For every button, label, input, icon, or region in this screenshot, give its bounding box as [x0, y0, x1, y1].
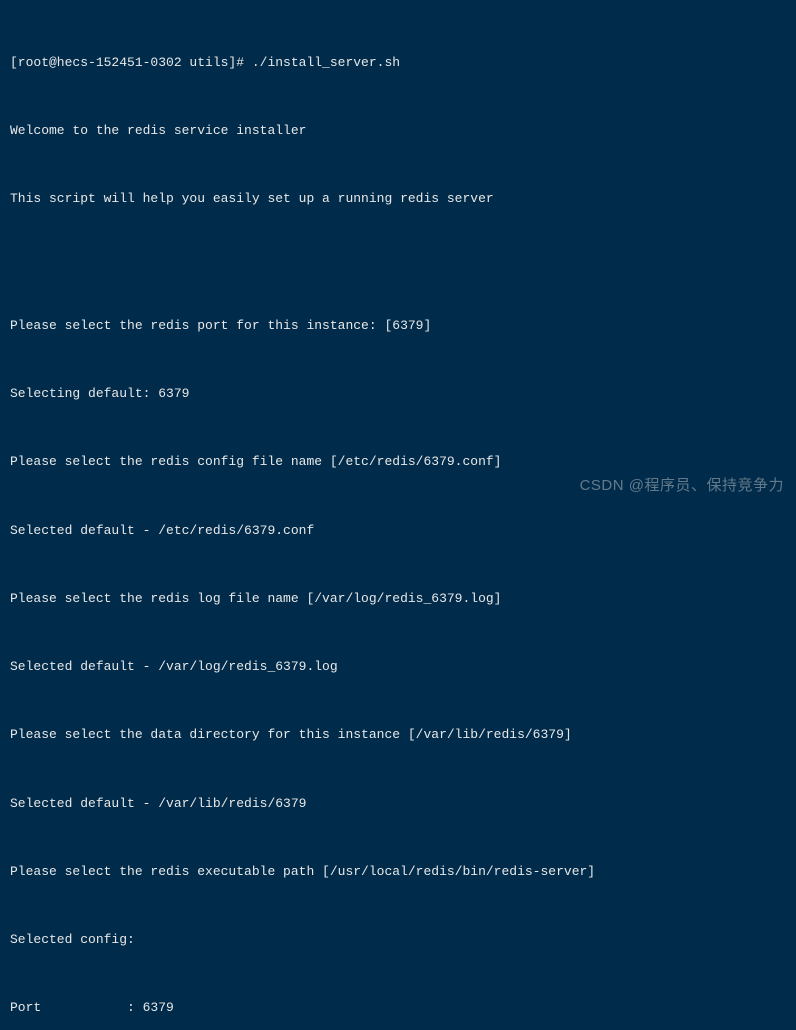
- prompt-log-file: Please select the redis log file name [/…: [10, 588, 786, 611]
- output-line: Selected default - /etc/redis/6379.conf: [10, 520, 786, 543]
- config-port: Port : 6379: [10, 997, 786, 1020]
- prompt-port: Please select the redis port for this in…: [10, 315, 786, 338]
- config-header: Selected config:: [10, 929, 786, 952]
- output-line: Selected default - /var/log/redis_6379.l…: [10, 656, 786, 679]
- prompt-data-dir: Please select the data directory for thi…: [10, 724, 786, 747]
- terminal-output[interactable]: [root@hecs-152451-0302 utils]# ./install…: [10, 6, 786, 1030]
- output-line: Selecting default: 6379: [10, 383, 786, 406]
- blank-line: [10, 256, 786, 269]
- output-line: Selected default - /var/lib/redis/6379: [10, 793, 786, 816]
- prompt-line: [root@hecs-152451-0302 utils]# ./install…: [10, 52, 786, 75]
- prompt-executable: Please select the redis executable path …: [10, 861, 786, 884]
- prompt-config-file: Please select the redis config file name…: [10, 451, 786, 474]
- output-line: Welcome to the redis service installer: [10, 120, 786, 143]
- output-line: This script will help you easily set up …: [10, 188, 786, 211]
